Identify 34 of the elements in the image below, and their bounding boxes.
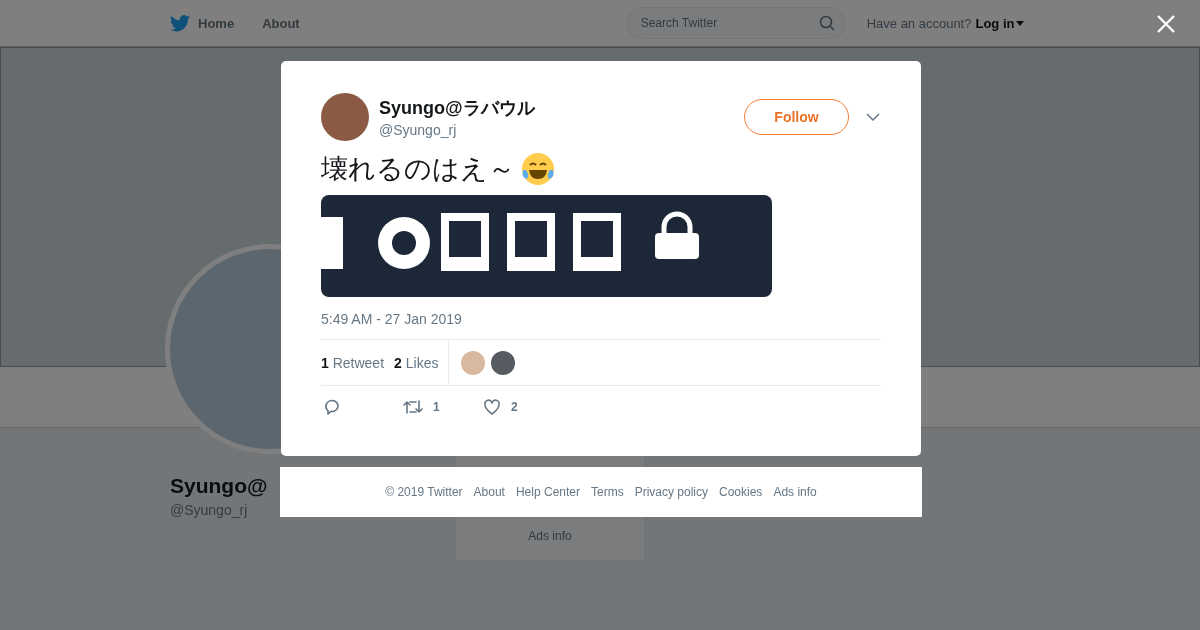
profile-name: Syungo@ <box>170 474 268 498</box>
account-prompt: Have an account? <box>866 15 972 31</box>
nav-link[interactable]: About <box>262 15 300 31</box>
footer-link[interactable]: Ads info <box>773 485 817 499</box>
footer-link[interactable]: Cookies <box>719 485 763 499</box>
bird-logo-icon <box>170 14 190 32</box>
tweet-timestamp: 5:49 AM - 27 Jan 2019 <box>321 311 463 327</box>
liker-avatar[interactable] <box>491 350 516 375</box>
search-box[interactable]: Search Twitter <box>625 7 846 39</box>
user-avatar[interactable] <box>321 93 369 141</box>
retweet-icon <box>403 398 423 416</box>
reply-icon <box>323 398 341 416</box>
tweet-text: 壊れるのはえ～ <box>321 152 515 186</box>
footer-link[interactable]: Privacy policy <box>634 485 708 499</box>
stat-link[interactable]: 2 Likes <box>394 354 439 371</box>
caret-icon <box>1016 20 1025 26</box>
footer-links: Ads info <box>528 528 572 545</box>
footer-link[interactable]: Help Center <box>515 485 580 499</box>
footer-link[interactable]: Terms <box>591 485 624 499</box>
footer-link[interactable]: © 2019 Twitter <box>385 485 463 499</box>
follow-button[interactable]: Follow <box>744 99 849 135</box>
nav-link[interactable]: Home <box>170 14 235 32</box>
login-link[interactable]: Log in <box>975 15 1025 31</box>
heart-icon <box>483 398 501 416</box>
user-name[interactable]: Syungo@ラバウル <box>379 96 744 120</box>
search-icon <box>818 15 835 31</box>
profile-handle: @Syungo_rj <box>170 502 248 518</box>
user-handle[interactable]: @Syungo_rj <box>379 122 744 138</box>
stat-link[interactable]: 1 Retweet <box>321 354 385 371</box>
search-field[interactable]: Search Twitter <box>638 15 809 31</box>
like-button[interactable]: 2 <box>481 398 561 416</box>
retweet-button[interactable]: 1 <box>401 398 481 416</box>
emoji-icon <box>521 152 555 186</box>
footer-link[interactable]: About <box>473 485 505 499</box>
